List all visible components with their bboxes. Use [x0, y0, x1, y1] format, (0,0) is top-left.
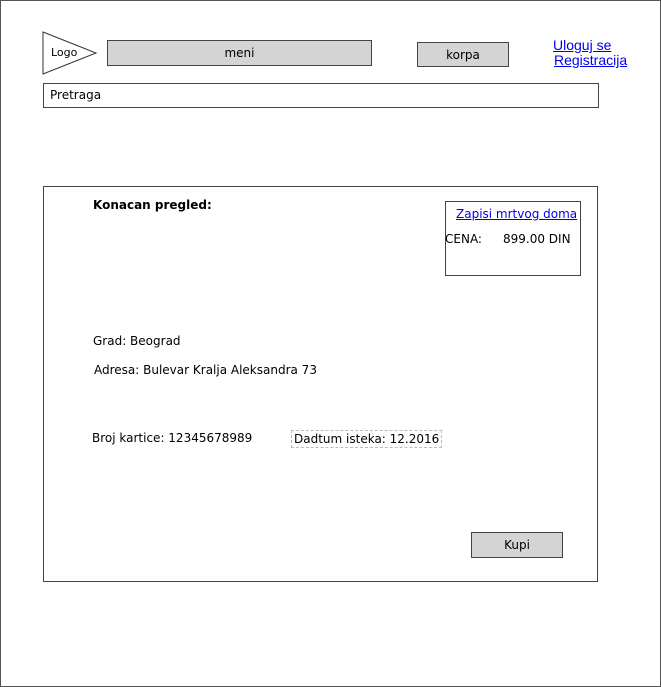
login-link[interactable]: Uloguj se [553, 37, 611, 53]
logo[interactable]: Logo [42, 31, 98, 76]
card-number-text: Broj kartice: 12345678989 [92, 431, 253, 445]
city-text: Grad: Beograd [93, 334, 181, 348]
product-link[interactable]: Zapisi mrtvog doma [456, 207, 577, 221]
expiry-date-text: Dadtum isteka: 12.2016 [291, 430, 443, 448]
register-link[interactable]: Registracija [554, 52, 627, 68]
cart-button[interactable]: korpa [417, 42, 509, 67]
address-text: Adresa: Bulevar Kralja Aleksandra 73 [94, 363, 317, 377]
price-value: 899.00 DIN [503, 232, 571, 246]
review-title: Konacan pregled: [93, 198, 212, 212]
menu-button[interactable]: meni [107, 40, 372, 66]
buy-button[interactable]: Kupi [471, 532, 563, 558]
search-input[interactable]: Pretraga [43, 83, 599, 108]
logo-label: Logo [51, 46, 78, 59]
price-label: CENA: [445, 232, 482, 246]
